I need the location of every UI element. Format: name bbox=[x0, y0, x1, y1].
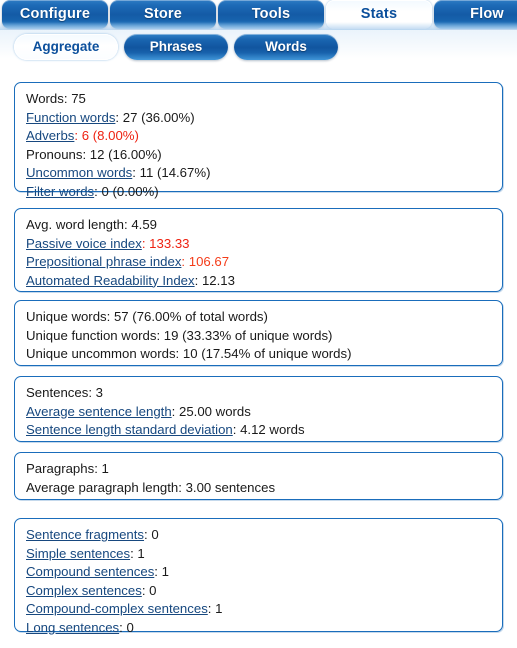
stat-label: Sentences bbox=[26, 385, 89, 400]
stat-label[interactable]: Average sentence length bbox=[26, 404, 172, 419]
subtab-words[interactable]: Words bbox=[234, 34, 338, 60]
stat-label[interactable]: Automated Readability Index bbox=[26, 273, 195, 288]
stat-row: Filter words: 0 (0.00%) bbox=[26, 183, 492, 202]
paragraphs-panel: Paragraphs: 1 Average paragraph length: 3… bbox=[14, 452, 503, 500]
stat-row: Paragraphs: 1 bbox=[26, 460, 492, 479]
stat-label[interactable]: Adverbs bbox=[26, 128, 74, 143]
stat-row: Uncommon words: 11 (14.67%) bbox=[26, 164, 492, 183]
main-tab-bar: Configure Store Tools Stats Flow bbox=[0, 0, 517, 30]
stat-value: : 3.00 sentences bbox=[178, 479, 276, 495]
stat-label: Unique uncommon words bbox=[26, 346, 176, 361]
stat-value: : 57 (76.00% of total words) bbox=[106, 309, 268, 324]
stat-label: Unique function words bbox=[26, 327, 157, 343]
stat-label: Unique words bbox=[26, 309, 107, 324]
unique-words-panel: Unique words: 57 (76.00% of total words)… bbox=[14, 300, 503, 366]
stat-label: Avg. word length bbox=[26, 217, 124, 232]
stat-value: : 3 bbox=[88, 385, 103, 400]
tab-flow[interactable]: Flow bbox=[434, 0, 517, 29]
stat-label[interactable]: Passive voice index bbox=[26, 236, 142, 251]
tab-tools[interactable]: Tools bbox=[218, 0, 324, 29]
stat-row: Adverbs: 6 (8.00%) bbox=[26, 127, 492, 146]
stat-label[interactable]: Compound sentences bbox=[26, 564, 154, 579]
stat-value: : 0 bbox=[141, 582, 157, 598]
stat-row: Words: 75 bbox=[26, 90, 492, 109]
stat-label[interactable]: Complex sentences bbox=[26, 583, 142, 598]
stat-row: Sentences: 3 bbox=[26, 384, 492, 403]
stat-value: : 19 (33.33% of unique words) bbox=[156, 327, 333, 343]
stat-row: Average sentence length: 25.00 words bbox=[26, 403, 492, 422]
stat-value: : 0 bbox=[119, 619, 134, 635]
stat-value: : 11 (14.67%) bbox=[132, 165, 211, 180]
stat-label[interactable]: Prepositional phrase index bbox=[26, 254, 181, 269]
stat-row: Compound-complex sentences: 1 bbox=[26, 600, 492, 619]
stat-value: : 4.59 bbox=[124, 217, 157, 232]
stat-label: Paragraphs bbox=[26, 461, 95, 476]
tab-configure[interactable]: Configure bbox=[2, 0, 108, 29]
stat-value: : 1 bbox=[130, 545, 145, 561]
stat-row: Compound sentences: 1 bbox=[26, 563, 492, 582]
stat-label[interactable]: Uncommon words bbox=[26, 165, 132, 180]
stat-row: Pronouns: 12 (16.00%) bbox=[26, 146, 492, 165]
stat-row: Avg. word length: 4.59 bbox=[26, 216, 492, 235]
stat-value: : 75 bbox=[63, 91, 86, 106]
stat-label[interactable]: Filter words bbox=[26, 184, 94, 199]
subtab-aggregate[interactable]: Aggregate bbox=[14, 34, 118, 60]
stat-row: Sentence fragments: 0 bbox=[26, 526, 492, 545]
sentence-types-panel: Sentence fragments: 0 Simple sentences: 1… bbox=[14, 518, 503, 635]
stat-value: : 4.12 words bbox=[232, 422, 305, 437]
stat-value: : 133.33 bbox=[141, 235, 190, 251]
stat-row: Simple sentences: 1 bbox=[26, 545, 492, 564]
stat-row: Passive voice index: 133.33 bbox=[26, 235, 492, 254]
stat-value: : 1 bbox=[94, 461, 109, 476]
stat-value: : 1 bbox=[207, 601, 223, 616]
subtab-phrases[interactable]: Phrases bbox=[124, 34, 228, 60]
stat-row: Unique uncommon words: 10 (17.54% of uni… bbox=[26, 345, 492, 364]
stat-row: Unique function words: 19 (33.33% of uni… bbox=[26, 327, 492, 346]
tab-stats[interactable]: Stats bbox=[326, 0, 432, 29]
stat-label: Words bbox=[26, 91, 64, 106]
stat-row: Function words: 27 (36.00%) bbox=[26, 109, 492, 128]
stat-value: : 0 (0.00%) bbox=[94, 183, 159, 199]
stat-label[interactable]: Simple sentences bbox=[26, 546, 130, 561]
stat-label[interactable]: Sentence length standard deviation bbox=[26, 422, 233, 437]
stat-row: Average paragraph length: 3.00 sentences bbox=[26, 479, 492, 498]
sentences-panel: Sentences: 3 Average sentence length: 25.… bbox=[14, 376, 503, 442]
stat-label[interactable]: Sentence fragments bbox=[26, 527, 144, 542]
stat-label: Average paragraph length bbox=[26, 479, 179, 495]
stat-value: : 6 (8.00%) bbox=[74, 128, 139, 143]
word-counts-panel: Words: 75 Function words: 27 (36.00%) Adve… bbox=[14, 82, 503, 199]
stat-value: : 12.13 bbox=[194, 272, 235, 288]
stat-value: : 25.00 words bbox=[171, 403, 251, 419]
stat-row: Automated Readability Index: 12.13 bbox=[26, 272, 492, 291]
stat-value: : 0 bbox=[144, 527, 159, 542]
stat-value: : 12 (16.00%) bbox=[82, 146, 162, 162]
stat-value: : 106.67 bbox=[181, 254, 230, 269]
stat-value: : 27 (36.00%) bbox=[115, 109, 195, 125]
stat-row: Prepositional phrase index: 106.67 bbox=[26, 253, 492, 272]
stat-row: Sentence length standard deviation: 4.12… bbox=[26, 421, 492, 440]
readability-panel: Avg. word length: 4.59 Passive voice inde… bbox=[14, 208, 503, 292]
stat-value: : 1 bbox=[154, 564, 169, 579]
stat-row: Unique words: 57 (76.00% of total words) bbox=[26, 308, 492, 327]
stat-value: : 10 (17.54% of unique words) bbox=[175, 346, 352, 361]
stat-label[interactable]: Compound-complex sentences bbox=[26, 601, 208, 616]
stat-label[interactable]: Long sentences bbox=[26, 620, 119, 635]
sub-tab-bar: Aggregate Phrases Words bbox=[0, 30, 517, 68]
tab-store[interactable]: Store bbox=[110, 0, 216, 29]
stat-label[interactable]: Function words bbox=[26, 110, 115, 125]
stat-row: Complex sentences: 0 bbox=[26, 582, 492, 601]
stat-label: Pronouns bbox=[26, 146, 83, 162]
stat-row: Long sentences: 0 bbox=[26, 619, 492, 638]
